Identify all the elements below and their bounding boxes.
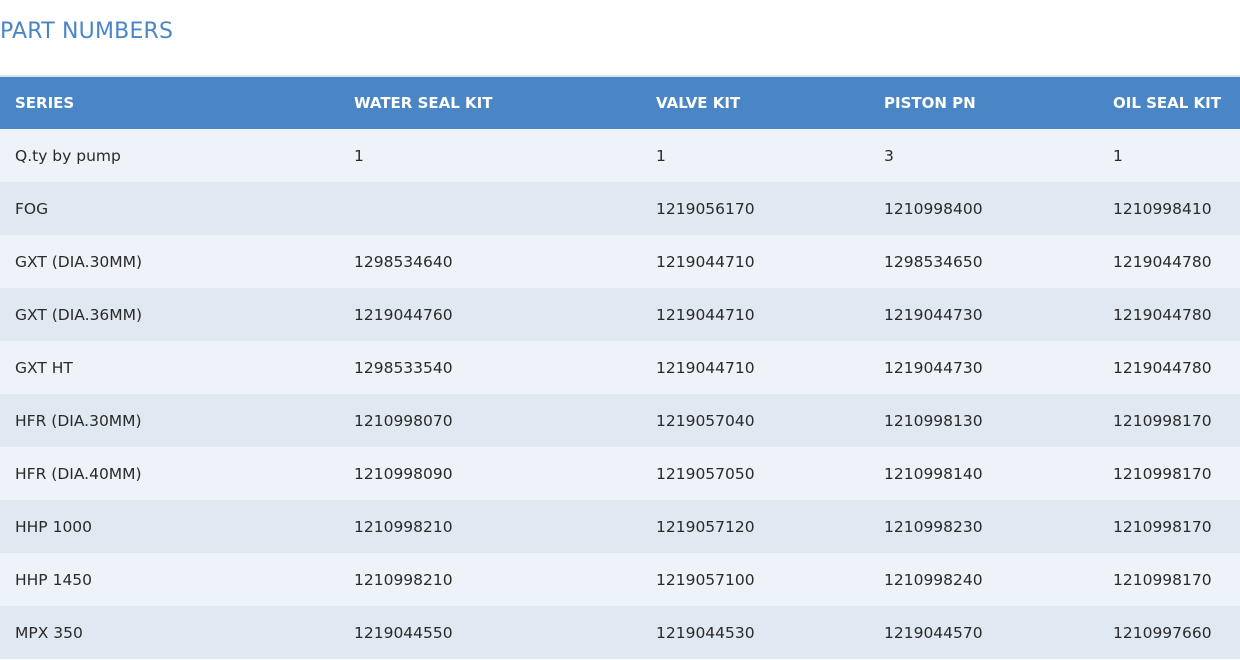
page: PART NUMBERS SERIES WATER SEAL KIT VALVE… <box>0 0 1240 660</box>
cell-oil-seal-kit: 1210998170 <box>1098 447 1240 500</box>
cell-water-seal-kit: 1 <box>339 129 641 182</box>
cell-piston-pn: 1210998130 <box>869 394 1098 447</box>
cell-series: GXT HT <box>0 341 339 394</box>
cell-valve-kit: 1219044710 <box>641 235 869 288</box>
cell-oil-seal-kit: 1 <box>1098 129 1240 182</box>
cell-valve-kit: 1219044710 <box>641 341 869 394</box>
column-header-piston-pn: PISTON PN <box>869 77 1098 129</box>
cell-water-seal-kit: 1210998070 <box>339 394 641 447</box>
cell-oil-seal-kit: 1210998410 <box>1098 182 1240 235</box>
page-title: PART NUMBERS <box>0 19 174 44</box>
cell-water-seal-kit: 1210998090 <box>339 447 641 500</box>
table-row: GXT HT 1298533540 1219044710 1219044730 … <box>0 341 1240 394</box>
column-header-water-seal-kit: WATER SEAL KIT <box>339 77 641 129</box>
cell-oil-seal-kit: 1210998170 <box>1098 553 1240 606</box>
cell-valve-kit: 1219056170 <box>641 182 869 235</box>
cell-valve-kit: 1219057040 <box>641 394 869 447</box>
cell-valve-kit: 1219057050 <box>641 447 869 500</box>
cell-oil-seal-kit: 1219044780 <box>1098 288 1240 341</box>
cell-piston-pn: 1210998400 <box>869 182 1098 235</box>
cell-oil-seal-kit: 1210998170 <box>1098 500 1240 553</box>
cell-valve-kit: 1219044710 <box>641 288 869 341</box>
cell-oil-seal-kit: 1219044780 <box>1098 341 1240 394</box>
cell-oil-seal-kit: 1210998170 <box>1098 394 1240 447</box>
cell-piston-pn: 1298534650 <box>869 235 1098 288</box>
table-row: MPX 350 1219044550 1219044530 1219044570… <box>0 606 1240 659</box>
cell-piston-pn: 1210998140 <box>869 447 1098 500</box>
cell-water-seal-kit: 1210998210 <box>339 553 641 606</box>
cell-piston-pn: 3 <box>869 129 1098 182</box>
table-body: Q.ty by pump 1 1 3 1 FOG 1219056170 1210… <box>0 129 1240 659</box>
cell-series: GXT (DIA.30MM) <box>0 235 339 288</box>
table-row: HHP 1000 1210998210 1219057120 121099823… <box>0 500 1240 553</box>
part-numbers-table: SERIES WATER SEAL KIT VALVE KIT PISTON P… <box>0 77 1240 659</box>
cell-series: HFR (DIA.30MM) <box>0 394 339 447</box>
column-header-series: SERIES <box>0 77 339 129</box>
header-row: SERIES WATER SEAL KIT VALVE KIT PISTON P… <box>0 77 1240 129</box>
table-row: Q.ty by pump 1 1 3 1 <box>0 129 1240 182</box>
cell-series: HHP 1000 <box>0 500 339 553</box>
cell-piston-pn: 1219044730 <box>869 341 1098 394</box>
cell-oil-seal-kit: 1210997660 <box>1098 606 1240 659</box>
table-row: HFR (DIA.40MM) 1210998090 1219057050 121… <box>0 447 1240 500</box>
cell-water-seal-kit: 1210998210 <box>339 500 641 553</box>
column-header-oil-seal-kit: OIL SEAL KIT <box>1098 77 1240 129</box>
cell-valve-kit: 1 <box>641 129 869 182</box>
cell-piston-pn: 1210998230 <box>869 500 1098 553</box>
cell-series: FOG <box>0 182 339 235</box>
cell-water-seal-kit: 1219044550 <box>339 606 641 659</box>
cell-series: GXT (DIA.36MM) <box>0 288 339 341</box>
cell-water-seal-kit: 1219044760 <box>339 288 641 341</box>
table-row: HFR (DIA.30MM) 1210998070 1219057040 121… <box>0 394 1240 447</box>
table-row: FOG 1219056170 1210998400 1210998410 <box>0 182 1240 235</box>
cell-piston-pn: 1210998240 <box>869 553 1098 606</box>
cell-series: MPX 350 <box>0 606 339 659</box>
cell-series: Q.ty by pump <box>0 129 339 182</box>
cell-series: HHP 1450 <box>0 553 339 606</box>
table-header: SERIES WATER SEAL KIT VALVE KIT PISTON P… <box>0 77 1240 129</box>
cell-water-seal-kit: 1298533540 <box>339 341 641 394</box>
cell-series: HFR (DIA.40MM) <box>0 447 339 500</box>
cell-oil-seal-kit: 1219044780 <box>1098 235 1240 288</box>
column-header-valve-kit: VALVE KIT <box>641 77 869 129</box>
table-row: GXT (DIA.30MM) 1298534640 1219044710 129… <box>0 235 1240 288</box>
cell-water-seal-kit: 1298534640 <box>339 235 641 288</box>
table-row: HHP 1450 1210998210 1219057100 121099824… <box>0 553 1240 606</box>
cell-piston-pn: 1219044730 <box>869 288 1098 341</box>
cell-piston-pn: 1219044570 <box>869 606 1098 659</box>
cell-valve-kit: 1219057100 <box>641 553 869 606</box>
cell-water-seal-kit <box>339 182 641 235</box>
table-row: GXT (DIA.36MM) 1219044760 1219044710 121… <box>0 288 1240 341</box>
cell-valve-kit: 1219044530 <box>641 606 869 659</box>
cell-valve-kit: 1219057120 <box>641 500 869 553</box>
